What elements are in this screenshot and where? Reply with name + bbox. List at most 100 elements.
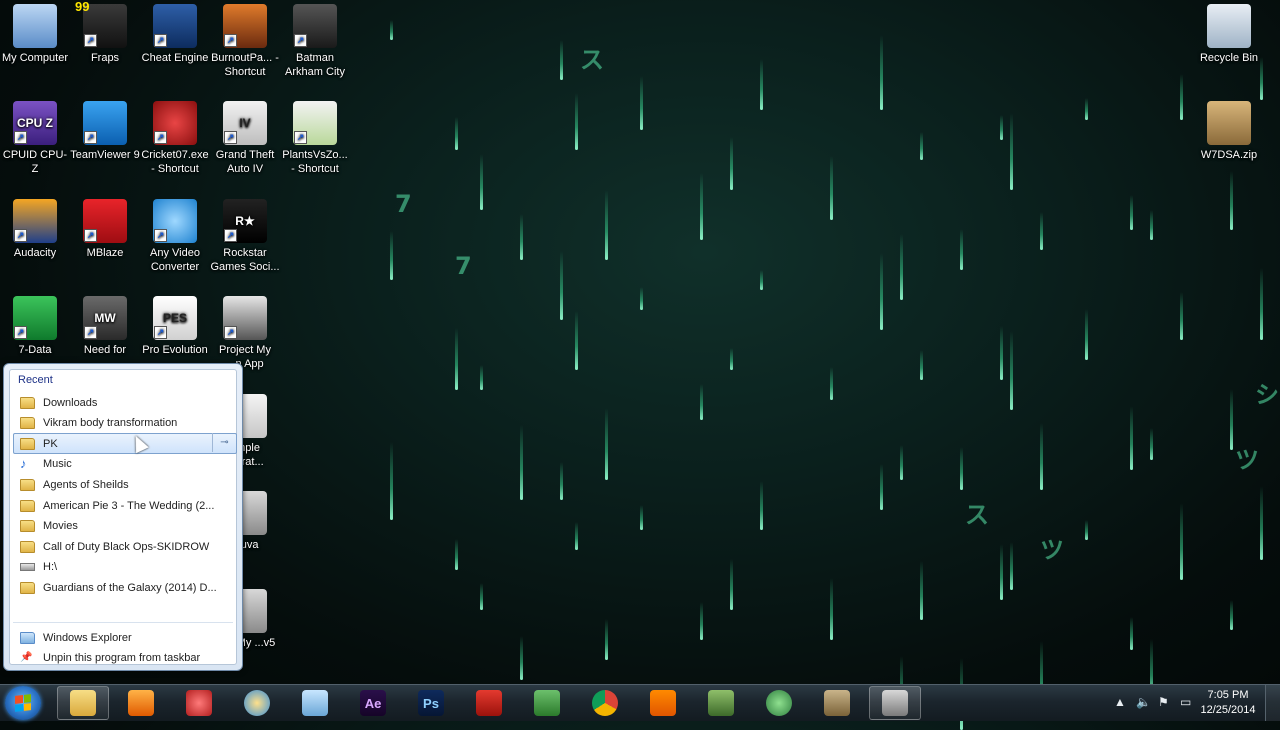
pin-to-list-icon[interactable]: ⊸ xyxy=(212,433,236,453)
jump-list-heading: Recent xyxy=(18,374,53,386)
taskbar-button[interactable] xyxy=(231,686,283,720)
jump-list-recent-item[interactable]: American Pie 3 - The Wedding (2... xyxy=(13,495,237,516)
matrix-drop xyxy=(480,583,483,610)
network-icon[interactable]: ▭ xyxy=(1180,695,1191,709)
app-glyph: Ps xyxy=(423,695,439,711)
matrix-drop xyxy=(575,311,578,370)
clock-date: 12/25/2014 xyxy=(1200,704,1256,716)
folder-icon xyxy=(20,499,35,512)
desktop-icon[interactable]: Recycle Bin xyxy=(1194,4,1264,65)
desktop-icon[interactable]: ↗ MBlaze xyxy=(70,199,140,260)
desktop-icon[interactable]: PES ↗ Pro Evolution xyxy=(140,296,210,357)
taskbar-button[interactable] xyxy=(173,686,225,720)
desktop-icon-label: W7DSA.zip xyxy=(1200,149,1258,161)
taskbar-button[interactable] xyxy=(869,686,921,720)
volume-icon[interactable]: 🔈 xyxy=(1136,695,1151,709)
matrix-drop xyxy=(1085,309,1088,360)
batman-icon: ↗ xyxy=(293,4,337,48)
matrix-drop xyxy=(455,117,458,150)
adobe-reader-icon xyxy=(476,690,502,716)
jump-list-recent-item[interactable]: H:\ xyxy=(13,557,237,578)
desktop-icon[interactable]: ↗ Project My ...n App xyxy=(210,296,280,371)
unpin-icon: 📌 xyxy=(20,652,33,664)
jump-list-recent-item[interactable]: Downloads xyxy=(13,392,237,413)
action-center-flag-icon[interactable]: ⚑ xyxy=(1158,695,1169,709)
matrix-drop xyxy=(1010,331,1013,410)
desktop-icon[interactable]: MW ↗ Need for xyxy=(70,296,140,357)
matrix-drop xyxy=(880,35,883,110)
rockstar-icon: R★ ↗ xyxy=(223,199,267,243)
jump-list-task-item[interactable]: Windows Explorer xyxy=(13,627,237,648)
matrix-drop xyxy=(1230,600,1233,630)
matrix-drop xyxy=(605,619,608,660)
matrix-drop xyxy=(1000,326,1003,380)
taskbar-button[interactable] xyxy=(637,686,689,720)
taskbar-button[interactable] xyxy=(289,686,341,720)
icon-glyph: IV xyxy=(239,116,251,130)
taskbar-button[interactable] xyxy=(811,686,863,720)
desktop-icon[interactable]: CPU Z ↗ CPUID CPU-Z xyxy=(0,101,70,176)
jump-list-recent-item[interactable]: Guardians of the Galaxy (2014) D... xyxy=(13,577,237,598)
desktop-icon[interactable]: IV ↗ Grand Theft Auto IV xyxy=(210,101,280,176)
matrix-glyph: ス xyxy=(965,501,989,529)
matrix-drop xyxy=(730,559,733,610)
matrix-drop xyxy=(390,231,393,280)
taskbar-button[interactable] xyxy=(521,686,573,720)
shortcut-arrow-icon: ↗ xyxy=(84,326,97,339)
desktop-icon[interactable]: 99 ↗ Fraps xyxy=(70,0,140,65)
desktop-icon[interactable]: W7DSA.zip xyxy=(1194,101,1264,162)
jump-list-item-label: Downloads xyxy=(43,396,98,409)
folder-icon xyxy=(20,581,35,594)
matrix-drop xyxy=(560,251,563,320)
matrix-drop xyxy=(640,505,643,530)
desktop-icon[interactable]: My Computer xyxy=(0,4,70,65)
folder-icon xyxy=(20,396,35,409)
jump-list-item-label: American Pie 3 - The Wedding (2... xyxy=(43,499,215,512)
desktop-icon[interactable]: ↗ BurnoutPa... - Shortcut xyxy=(210,4,280,79)
taskbar-button[interactable] xyxy=(463,686,515,720)
jump-list-recent-item[interactable]: Agents of Sheilds xyxy=(13,474,237,495)
globe-icon xyxy=(766,690,792,716)
desktop-icon[interactable]: ↗ Any Video Converter xyxy=(140,199,210,274)
matrix-drop xyxy=(920,561,923,620)
desktop-icon[interactable]: R★ ↗ Rockstar Games Soci... xyxy=(210,199,280,274)
drive-icon xyxy=(20,563,35,572)
taskbar-button[interactable] xyxy=(753,686,805,720)
desktop-icon[interactable]: ↗ PlantsVsZo... - Shortcut xyxy=(280,101,350,176)
matrix-drop xyxy=(830,578,833,640)
jump-list-recent-item[interactable]: Vikram body transformation xyxy=(13,413,237,434)
desktop-icon-label: Rockstar Games Soci... xyxy=(210,247,280,273)
show-hidden-icons-icon[interactable]: ▲ xyxy=(1114,695,1126,709)
jump-list-recent-item[interactable]: Call of Duty Black Ops-SKIDROW xyxy=(13,536,237,557)
taskbar-button[interactable] xyxy=(115,686,167,720)
desktop-icon[interactable]: ↗ 7-Data xyxy=(0,296,70,357)
desktop-icon[interactable]: ↗ Audacity xyxy=(0,199,70,260)
photoshop-icon: Ps xyxy=(418,690,444,716)
matrix-drop xyxy=(1260,268,1263,340)
taskbar-button[interactable]: Ae xyxy=(347,686,399,720)
clock[interactable]: 7:05 PM 12/25/2014 xyxy=(1198,688,1258,718)
matrix-drop xyxy=(960,447,963,490)
desktop-icon[interactable]: ↗ Batman Arkham City xyxy=(280,4,350,79)
matrix-glyph: 7 xyxy=(395,190,412,218)
desktop-icon[interactable]: ↗ Cheat Engine xyxy=(140,4,210,65)
jump-list-recent-item[interactable]: Movies xyxy=(13,516,237,537)
desktop-icon[interactable]: ↗ TeamViewer 9 xyxy=(70,101,140,162)
jump-list-recent-item[interactable]: ♪ Music xyxy=(13,454,237,475)
taskbar-button[interactable]: Ps xyxy=(405,686,457,720)
desktop-icon[interactable]: ↗ Cricket07.exe - Shortcut xyxy=(140,101,210,176)
icon-glyph: R★ xyxy=(235,214,255,228)
fraps-badge: 99 xyxy=(75,0,90,14)
start-button[interactable] xyxy=(5,686,41,720)
taskbar-button[interactable] xyxy=(57,686,109,720)
desktop-icon-label: Recycle Bin xyxy=(1199,52,1259,64)
desktop-icon-label: MBlaze xyxy=(86,247,124,259)
jump-list-task-item[interactable]: 📌 Unpin this program from taskbar xyxy=(13,648,237,669)
taskbar-button[interactable] xyxy=(579,686,631,720)
taskbar-button[interactable] xyxy=(695,686,747,720)
cpuz-icon: CPU Z ↗ xyxy=(13,101,57,145)
jump-list-recent-item[interactable]: PK ⊸ xyxy=(13,433,237,455)
show-desktop-button[interactable] xyxy=(1265,685,1280,721)
folder-icon xyxy=(20,540,35,553)
matrix-drop xyxy=(1000,544,1003,600)
